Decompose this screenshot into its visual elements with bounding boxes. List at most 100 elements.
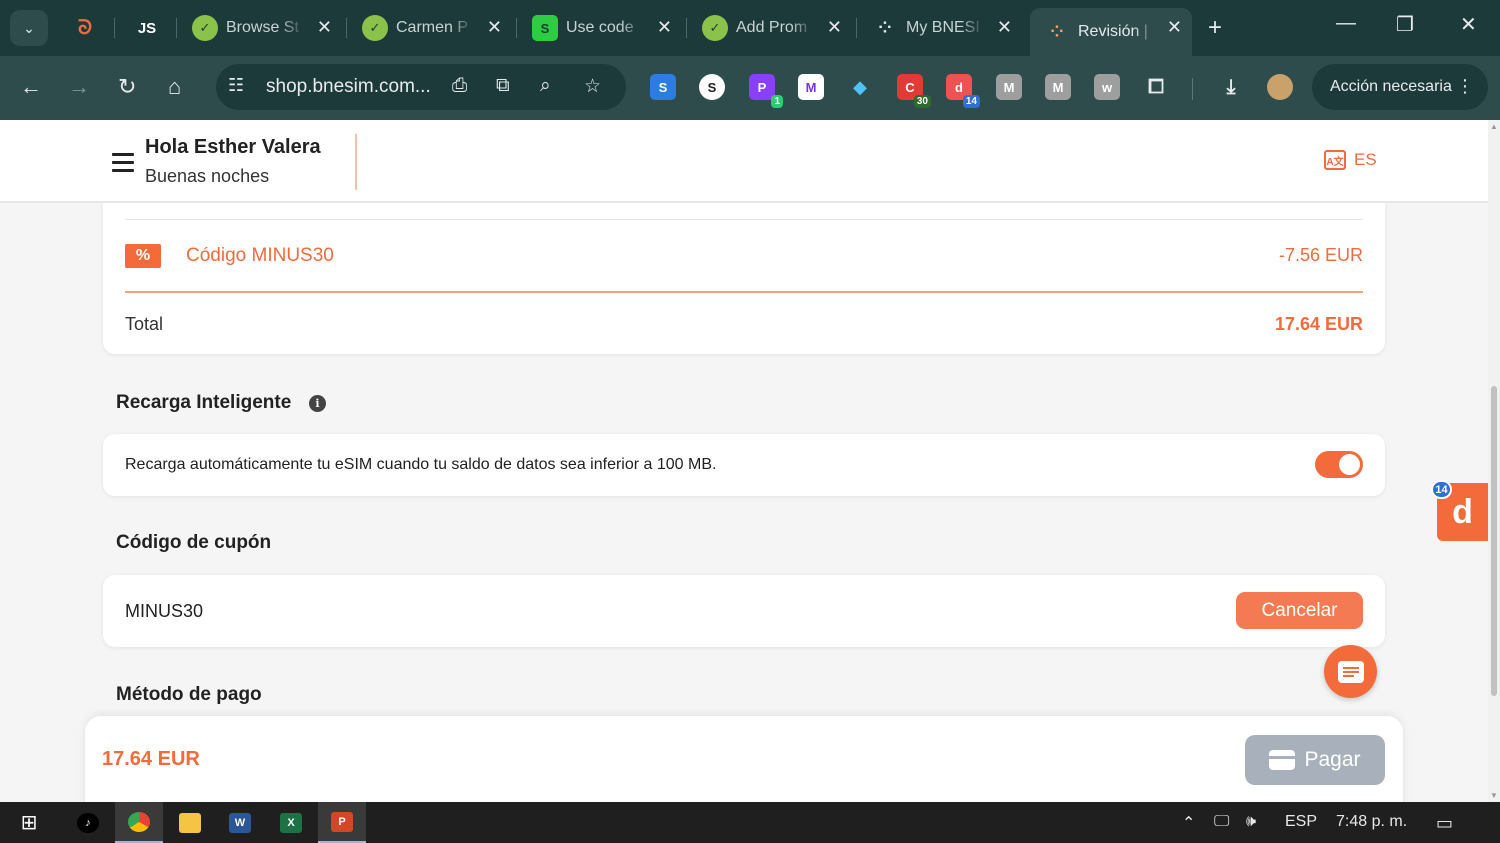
tab-js[interactable]: JS: [120, 8, 170, 48]
chat-button[interactable]: [1324, 645, 1377, 698]
input-language[interactable]: ESP: [1285, 813, 1317, 831]
tab-revision[interactable]: ⁘ Revisión | ✕: [1030, 8, 1192, 56]
dots-icon: ⁘: [878, 20, 892, 37]
tab-use-code[interactable]: S Use code ✕: [518, 8, 682, 48]
powerpoint-icon[interactable]: P: [318, 802, 366, 843]
reload-icon[interactable]: ↻: [118, 74, 136, 100]
notifications-icon[interactable]: ▭: [1436, 813, 1453, 834]
url-text[interactable]: shop.bnesim.com...: [266, 76, 431, 98]
coupon-line-label: Código MINUS30: [186, 245, 334, 266]
address-bar[interactable]: ☷ shop.bnesim.com... ⎙ ⧉ ⌕ ☆: [216, 64, 626, 110]
task-view-icon[interactable]: ⊞: [5, 802, 53, 843]
tab-label: Carmen P: [396, 19, 469, 36]
translate-icon: A文: [1324, 150, 1346, 170]
close-icon[interactable]: ✕: [317, 17, 332, 38]
windows-taskbar: ⊞ ♪ W X P ⌃ 🖵 🕪 ESP 7:48 p. m. ▭: [0, 802, 1500, 843]
file-explorer-icon[interactable]: [166, 802, 214, 843]
browser-toolbar: ← → ↻ ⌂ ☷ shop.bnesim.com... ⎙ ⧉ ⌕ ☆ S S…: [0, 56, 1500, 120]
close-icon[interactable]: ✕: [827, 17, 842, 38]
chat-icon: [1337, 660, 1364, 683]
install-app-icon[interactable]: ⎙: [452, 75, 467, 97]
translate-icon[interactable]: ⧉: [496, 75, 510, 97]
payment-amount: 17.64 EUR: [102, 748, 200, 770]
flame-icon: ᘐ: [77, 16, 93, 39]
dots-icon: ⁘: [1050, 24, 1064, 41]
ext-badge: 30: [913, 95, 931, 108]
close-icon[interactable]: ✕: [997, 17, 1012, 38]
ext-m-gray-icon[interactable]: M: [996, 74, 1022, 100]
downloads-icon[interactable]: ⤓: [1218, 74, 1244, 100]
check-leaf-icon: ✓: [362, 15, 388, 41]
action-needed-button[interactable]: Acción necesaria ⋮: [1312, 64, 1488, 110]
info-icon[interactable]: i: [309, 395, 326, 412]
language-selector[interactable]: A文 ES: [1324, 150, 1377, 170]
check-leaf-icon: ✓: [702, 15, 728, 41]
s-green-icon: S: [532, 15, 558, 41]
forward-arrow-icon[interactable]: →: [68, 74, 90, 100]
recarga-description: Recarga automáticamente tu eSIM cuando t…: [125, 456, 717, 473]
close-icon[interactable]: ✕: [657, 17, 672, 38]
tab-add-prom[interactable]: ✓ Add Prom ✕: [688, 8, 852, 48]
tab-browse[interactable]: ✓ Browse St ✕: [178, 8, 342, 48]
close-icon[interactable]: ✕: [1167, 17, 1182, 38]
close-icon[interactable]: ✕: [487, 17, 502, 38]
ext-badge: 1: [771, 95, 783, 108]
payment-method-title: Método de pago: [116, 684, 262, 705]
tab-flame[interactable]: ᘐ: [58, 8, 114, 48]
more-vert-icon[interactable]: ⋮: [1456, 76, 1474, 97]
action-needed-label: Acción necesaria: [1330, 78, 1452, 95]
tab-label: Use code: [566, 19, 634, 36]
zoom-icon[interactable]: ⌕: [540, 75, 551, 97]
minimize-icon[interactable]: —: [1336, 12, 1356, 35]
restore-icon[interactable]: ❐: [1396, 12, 1414, 37]
excel-icon[interactable]: X: [267, 802, 315, 843]
tiktok-icon[interactable]: ♪: [64, 802, 112, 843]
ext-p-purple-icon[interactable]: P1: [749, 74, 783, 108]
chrome-taskbar-icon[interactable]: [115, 802, 163, 843]
ext-m-gray2-icon[interactable]: M: [1045, 74, 1071, 100]
volume-icon[interactable]: 🕪: [1246, 813, 1256, 831]
extensions-puzzle-icon[interactable]: ⧠: [1143, 74, 1169, 100]
scroll-thumb[interactable]: [1491, 386, 1497, 696]
check-leaf-icon: ✓: [192, 15, 218, 41]
clock[interactable]: 7:48 p. m.: [1336, 813, 1407, 831]
ext-red-icon[interactable]: C 30: [897, 74, 931, 108]
new-tab-plus-icon[interactable]: +: [1208, 14, 1222, 42]
tab-carmen[interactable]: ✓ Carmen P ✕: [348, 8, 512, 48]
cancel-coupon-button[interactable]: Cancelar: [1236, 592, 1363, 629]
page-scrollbar[interactable]: ▲ ▼: [1488, 120, 1500, 802]
total-amount: 17.64 EUR: [1274, 314, 1363, 334]
recarga-toggle[interactable]: [1315, 451, 1363, 478]
tray-chevron-icon[interactable]: ⌃: [1182, 813, 1195, 833]
tab-search-button[interactable]: ⌄: [10, 10, 48, 46]
network-icon[interactable]: 🖵: [1214, 813, 1229, 831]
ext-m-icon[interactable]: M: [798, 74, 824, 100]
home-icon[interactable]: ⌂: [168, 74, 181, 100]
bookmark-star-icon[interactable]: ☆: [584, 75, 601, 98]
site-settings-icon[interactable]: ☷: [228, 75, 244, 96]
pay-button[interactable]: Pagar: [1245, 735, 1385, 785]
divider: [125, 291, 1363, 293]
ext-s-blue-icon[interactable]: S: [650, 74, 676, 100]
greeting-subtitle: Buenas noches: [145, 166, 270, 186]
ext-badge: 14: [962, 95, 980, 108]
tab-my-bnesim[interactable]: ⁘ My BNESI ✕: [858, 8, 1022, 48]
word-icon[interactable]: W: [216, 802, 264, 843]
ext-w-gray-icon[interactable]: w: [1094, 74, 1120, 100]
profile-avatar[interactable]: [1267, 74, 1293, 100]
credit-card-icon: [1269, 750, 1296, 770]
recarga-title: Recarga Inteligente: [116, 392, 292, 413]
cupon-card: MINUS30 Cancelar: [103, 575, 1385, 647]
scroll-up-icon[interactable]: ▲: [1490, 122, 1498, 131]
back-arrow-icon[interactable]: ←: [20, 74, 42, 100]
tab-label: Browse St: [226, 19, 299, 36]
ext-diamond-icon[interactable]: ◆: [847, 74, 873, 100]
scroll-down-icon[interactable]: ▼: [1490, 791, 1498, 800]
js-icon: JS: [137, 19, 157, 37]
hamburger-menu-icon[interactable]: [112, 153, 134, 177]
ext-d-icon[interactable]: d 14: [946, 74, 980, 108]
ext-s-circle-icon[interactable]: S: [699, 74, 725, 100]
side-widget-badge: 14: [1431, 480, 1452, 499]
window-close-icon[interactable]: ✕: [1460, 12, 1477, 37]
tab-label: My BNESI: [906, 19, 980, 36]
